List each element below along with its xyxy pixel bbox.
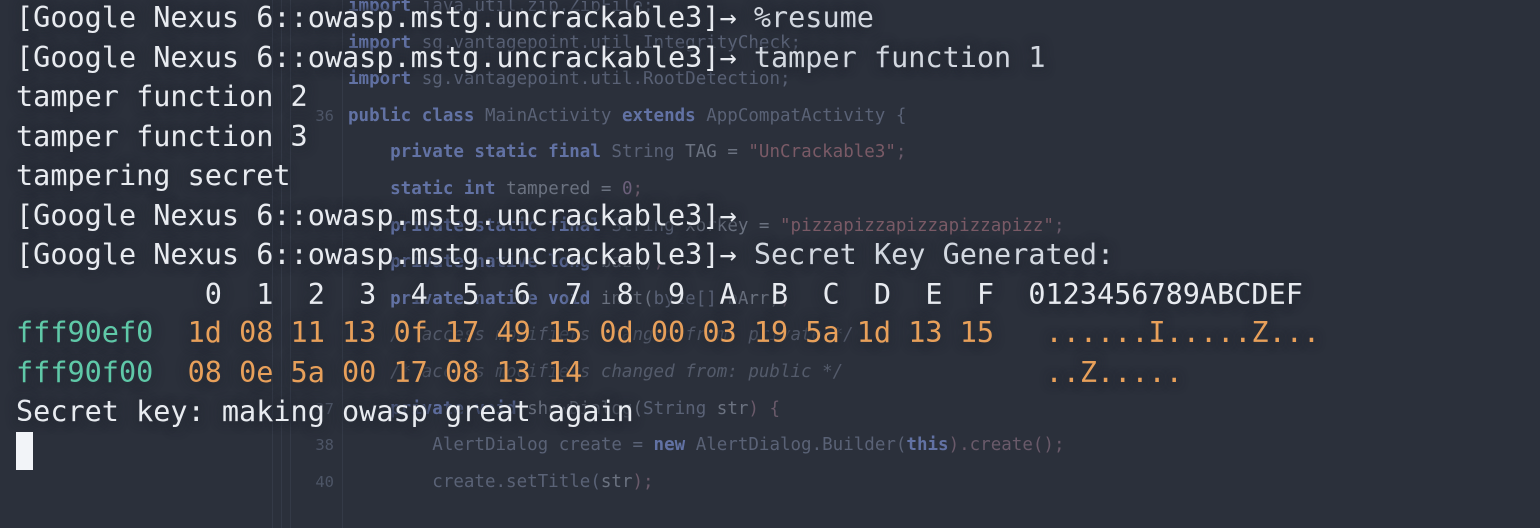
device-prompt: [Google Nexus 6::owasp.mstg.uncrackable3… bbox=[16, 1, 720, 34]
output-text: tamper function 2 bbox=[16, 80, 308, 113]
output-text: tamper function 3 bbox=[16, 119, 308, 153]
output-text: tampering secret bbox=[16, 159, 291, 192]
terminal-output-line: tamper function 3 bbox=[16, 117, 308, 157]
prompt-arrow-icon: → bbox=[719, 40, 737, 74]
terminal-prompt-line: [Google Nexus 6::owasp.mstg.uncrackable3… bbox=[16, 0, 874, 38]
terminal-prompt-line: [Google Nexus 6::owasp.mstg.uncrackable3… bbox=[16, 196, 737, 236]
hexdump-ascii: ......I.....Z... bbox=[1011, 316, 1321, 349]
hexdump-bytes: 1d 08 11 13 0f 17 49 15 0d 00 03 19 5a 1… bbox=[153, 316, 1012, 349]
frida-terminal-output: [Google Nexus 6::owasp.mstg.uncrackable3… bbox=[0, 0, 1540, 528]
prompt-arrow-icon: → bbox=[719, 238, 737, 271]
terminal-output-line: tamper function 2 bbox=[16, 77, 308, 117]
hexdump-offset: fff90f00 bbox=[16, 355, 154, 389]
terminal-command: %resume bbox=[736, 1, 874, 34]
terminal-screenshot: import java.util.zip.ZipFile; import sg.v… bbox=[0, 0, 1540, 528]
terminal-output-line: tampering secret bbox=[16, 156, 291, 196]
device-prompt: [Google Nexus 6::owasp.mstg.uncrackable3… bbox=[16, 198, 720, 232]
secret-key-result: Secret key: making owasp great again bbox=[16, 395, 634, 428]
hexdump-column-header: 0 1 2 3 4 5 6 7 8 9 A B C D E F 01234567… bbox=[16, 277, 1303, 311]
prompt-arrow-icon: → bbox=[719, 198, 737, 232]
terminal-prompt-line: [Google Nexus 6::owasp.mstg.uncrackable3… bbox=[16, 38, 1046, 78]
hexdump-row: fff90ef0 1d 08 11 13 0f 17 49 15 0d 00 0… bbox=[16, 314, 1320, 352]
terminal-prompt-line: [Google Nexus 6::owasp.mstg.uncrackable3… bbox=[16, 235, 1114, 275]
hexdump-row: fff90f00 08 0e 5a 00 17 08 13 14 ..Z....… bbox=[16, 354, 1183, 392]
device-prompt: [Google Nexus 6::owasp.mstg.uncrackable3… bbox=[16, 40, 720, 74]
text-cursor bbox=[16, 432, 33, 470]
hexdump-ascii: ..Z..... bbox=[1011, 355, 1183, 389]
hexdump-bytes: 08 0e 5a 00 17 08 13 14 bbox=[153, 355, 1012, 389]
prompt-arrow-icon: → bbox=[719, 1, 737, 34]
terminal-command: Secret Key Generated: bbox=[736, 238, 1115, 271]
terminal-command: tamper function 1 bbox=[736, 40, 1046, 74]
hexdump-offset: fff90ef0 bbox=[16, 316, 154, 349]
device-prompt: [Google Nexus 6::owasp.mstg.uncrackable3… bbox=[16, 238, 720, 271]
